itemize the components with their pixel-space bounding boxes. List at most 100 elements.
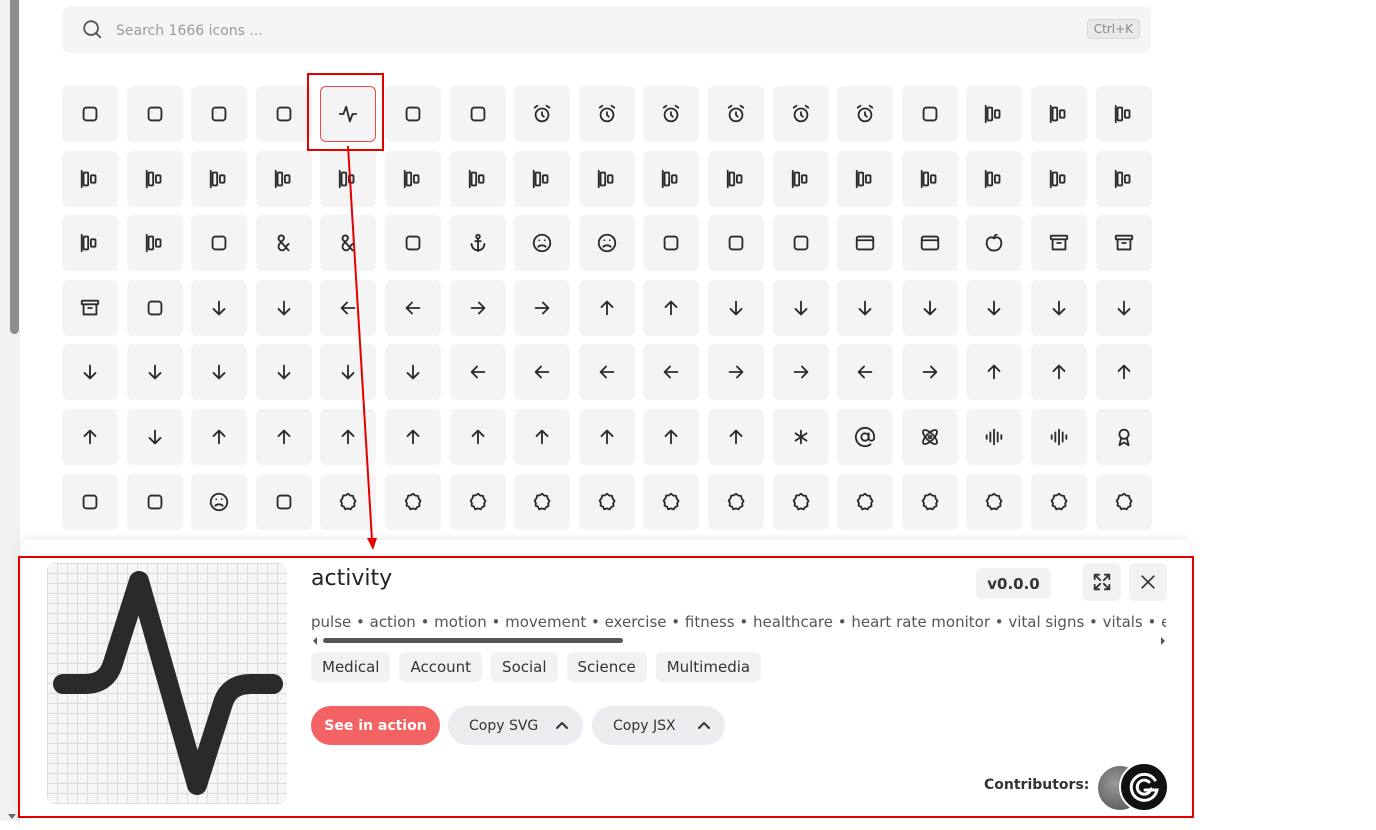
icon-tile[interactable] [578, 408, 635, 465]
icon-tile[interactable] [191, 215, 248, 272]
icon-tile[interactable] [320, 344, 377, 401]
icon-tile[interactable] [449, 150, 506, 207]
icon-tile[interactable] [901, 279, 958, 336]
page-scrollbar-thumb[interactable] [10, 0, 19, 334]
icon-tile[interactable] [966, 473, 1023, 530]
icon-tile[interactable] [1095, 473, 1152, 530]
copy-jsx-button[interactable]: Copy JSX [592, 706, 725, 745]
icon-tile[interactable] [62, 150, 118, 207]
icon-tile[interactable] [384, 86, 441, 142]
icon-tile[interactable] [578, 344, 635, 401]
icon-tile[interactable] [643, 408, 700, 465]
icon-tile[interactable] [966, 344, 1023, 401]
icon-tile[interactable] [255, 215, 312, 272]
icon-tile[interactable] [255, 86, 312, 142]
icon-tile[interactable] [320, 408, 377, 465]
icon-tile[interactable] [772, 86, 829, 142]
icon-tile[interactable] [837, 344, 894, 401]
icon-tile[interactable] [643, 279, 700, 336]
icon-tile[interactable] [1030, 279, 1087, 336]
copy-svg-button[interactable]: Copy SVG [448, 706, 583, 745]
category-account[interactable]: Account [399, 652, 483, 682]
icon-tile[interactable] [191, 150, 248, 207]
fullscreen-button[interactable] [1083, 563, 1121, 601]
icon-tile[interactable] [966, 86, 1023, 142]
icon-tile[interactable] [126, 215, 183, 272]
icon-tile[interactable] [320, 473, 377, 530]
icon-tile[interactable] [384, 279, 441, 336]
icon-tile[interactable] [901, 215, 958, 272]
scroll-down-arrow[interactable] [8, 814, 16, 819]
icon-tile[interactable] [772, 215, 829, 272]
icon-tile[interactable] [643, 473, 700, 530]
icon-tile[interactable] [643, 150, 700, 207]
icon-tile[interactable] [449, 408, 506, 465]
icon-tile[interactable] [1095, 215, 1152, 272]
icon-tile[interactable] [62, 344, 118, 401]
icon-tile[interactable] [449, 473, 506, 530]
icon-tile[interactable] [514, 279, 571, 336]
icon-tile[interactable] [837, 279, 894, 336]
icon-tile[interactable] [191, 473, 248, 530]
icon-tile[interactable] [191, 408, 248, 465]
icon-tile[interactable] [578, 473, 635, 530]
icon-tile[interactable] [578, 86, 635, 142]
category-social[interactable]: Social [491, 652, 558, 682]
icon-tile[interactable] [1095, 279, 1152, 336]
icon-tile[interactable] [1030, 408, 1087, 465]
icon-tile[interactable] [449, 279, 506, 336]
icon-tile[interactable] [966, 279, 1023, 336]
icon-tile[interactable] [126, 408, 183, 465]
icon-tile[interactable] [772, 473, 829, 530]
icon-tile[interactable] [1095, 86, 1152, 142]
search-input[interactable] [114, 16, 1018, 45]
icon-tile[interactable] [1095, 150, 1152, 207]
category-science[interactable]: Science [566, 652, 647, 682]
scroll-left-arrow[interactable] [313, 637, 317, 645]
icon-tile[interactable] [384, 473, 441, 530]
icon-tile[interactable] [62, 473, 118, 530]
page-scrollbar[interactable] [0, 0, 20, 821]
icon-tile[interactable] [901, 473, 958, 530]
chevron-up-icon[interactable] [697, 720, 711, 730]
icon-tile[interactable] [320, 215, 377, 272]
icon-tile[interactable] [578, 215, 635, 272]
icon-tile[interactable] [191, 86, 248, 142]
icon-tile[interactable] [255, 150, 312, 207]
tags-scrollbar-thumb[interactable] [323, 638, 623, 643]
icon-tile[interactable] [578, 279, 635, 336]
icon-tile[interactable] [62, 408, 118, 465]
icon-tile[interactable] [578, 150, 635, 207]
icon-tile[interactable] [514, 408, 571, 465]
icon-tile[interactable] [514, 215, 571, 272]
icon-tile[interactable] [707, 473, 764, 530]
icon-tile[interactable] [837, 408, 894, 465]
icon-tile[interactable] [966, 408, 1023, 465]
icon-tile[interactable] [707, 344, 764, 401]
icon-tile[interactable] [384, 150, 441, 207]
icon-tile[interactable] [643, 344, 700, 401]
tags-scrollbar[interactable] [313, 637, 1165, 645]
icon-tile[interactable] [384, 215, 441, 272]
icon-tile[interactable] [514, 473, 571, 530]
icon-tile[interactable] [772, 279, 829, 336]
icon-tile[interactable] [837, 473, 894, 530]
chevron-up-icon[interactable] [555, 720, 569, 730]
icon-tile[interactable] [1030, 215, 1087, 272]
icon-tile[interactable] [126, 344, 183, 401]
icon-tile[interactable] [707, 215, 764, 272]
icon-tile[interactable] [514, 344, 571, 401]
icon-tile[interactable] [62, 215, 118, 272]
icon-tile[interactable] [837, 86, 894, 142]
icon-tile[interactable] [320, 86, 377, 142]
icon-tile[interactable] [62, 86, 118, 142]
icon-tile[interactable] [772, 408, 829, 465]
icon-tile[interactable] [707, 150, 764, 207]
icon-tile[interactable] [966, 215, 1023, 272]
contributor-avatar[interactable] [1119, 762, 1169, 812]
icon-tile[interactable] [191, 344, 248, 401]
icon-tile[interactable] [1030, 344, 1087, 401]
icon-tile[interactable] [449, 86, 506, 142]
icon-tile[interactable] [901, 408, 958, 465]
icon-tile[interactable] [643, 86, 700, 142]
